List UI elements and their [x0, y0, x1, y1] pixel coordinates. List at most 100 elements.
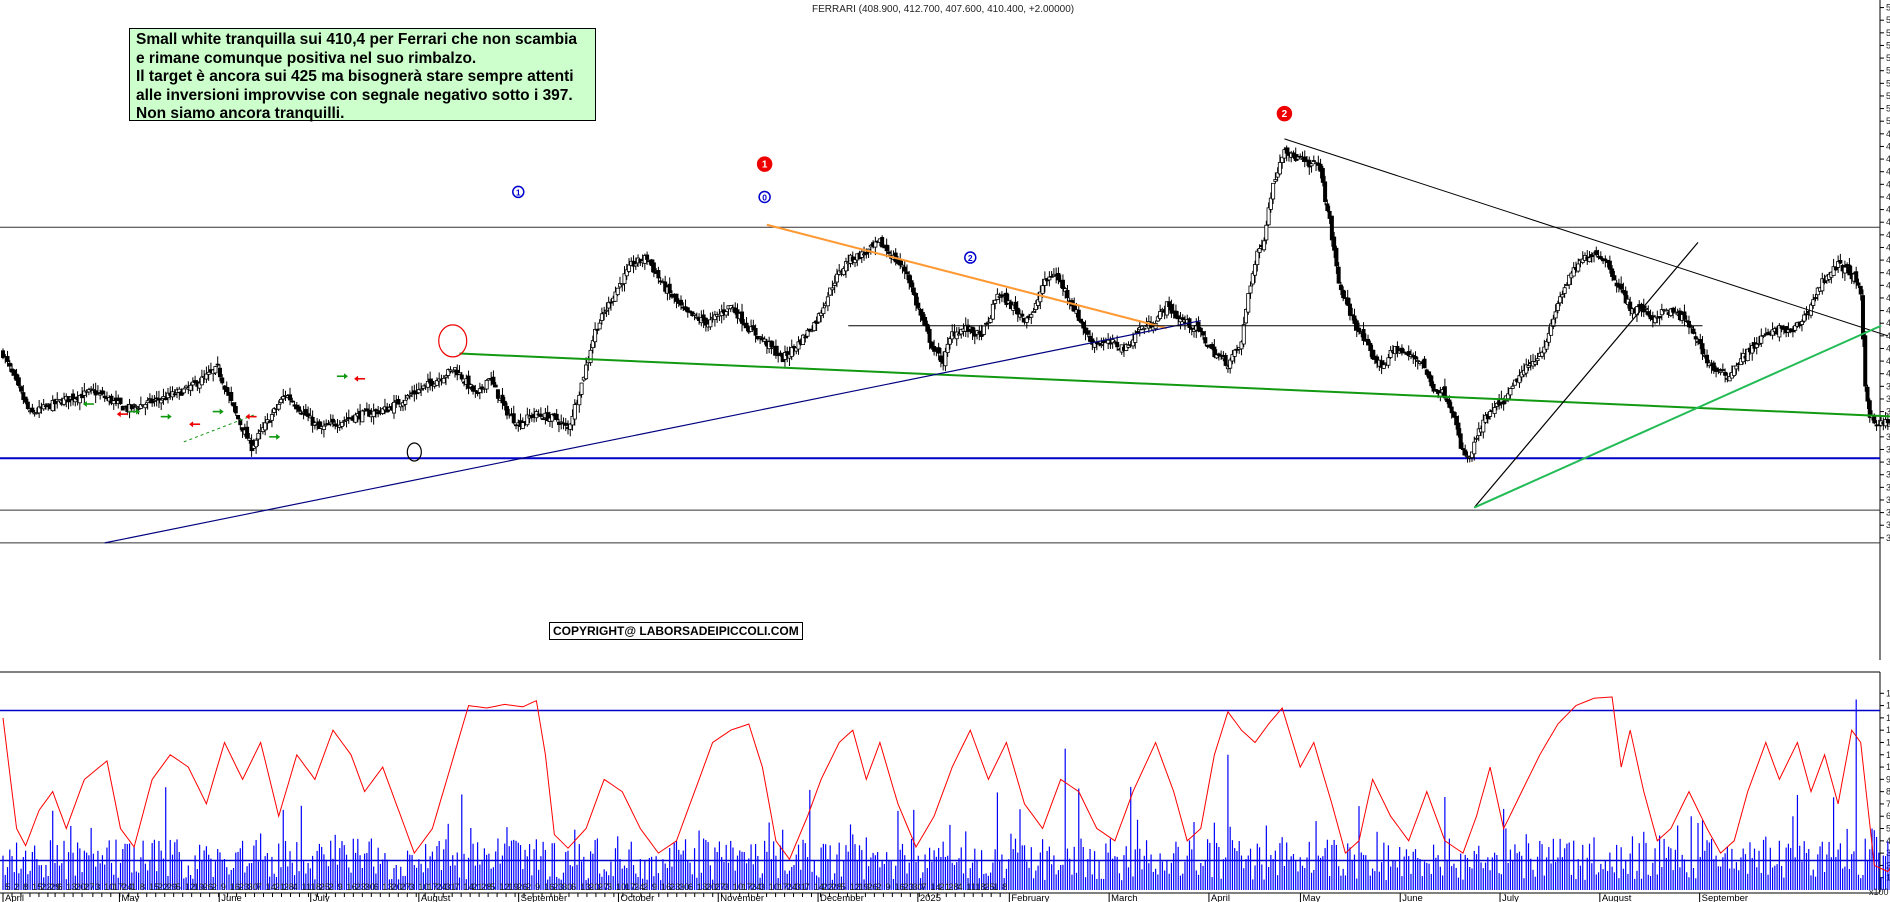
volume-tick-label: 5000: [1886, 824, 1890, 834]
candle-body: [1682, 311, 1687, 320]
candle-body: [740, 311, 745, 324]
x-month-label: April: [1211, 893, 1230, 902]
candle-body: [1264, 224, 1269, 241]
volume-tick-label: 13000: [1886, 725, 1890, 735]
candle-body: [999, 294, 1004, 297]
x-date-label: 3: [95, 882, 100, 893]
price-tick-label: 455: [1886, 230, 1890, 240]
x-month-label: August: [421, 893, 451, 902]
candle-body: [1079, 318, 1084, 323]
candle-body: [608, 301, 613, 304]
candle-body: [1361, 328, 1366, 341]
candle-body: [450, 370, 455, 373]
candle-body: [276, 403, 281, 410]
candle-body: [344, 419, 349, 422]
candle-body: [1598, 256, 1603, 260]
volume-tick-label: 8000: [1886, 787, 1890, 797]
candle-body: [1381, 364, 1386, 369]
price-tick-label: 395: [1886, 381, 1890, 391]
candle-body: [620, 283, 625, 286]
candle-body: [1863, 335, 1868, 387]
x-date-label: 1: [993, 882, 998, 893]
candle-body: [1020, 313, 1025, 317]
candle-body: [1268, 197, 1273, 210]
candle-body: [1246, 293, 1251, 313]
price-tick-label: 370: [1886, 444, 1890, 454]
candle-body: [1734, 365, 1739, 370]
candle-body: [990, 303, 995, 320]
candle-body: [1253, 264, 1258, 276]
price-tick-label: 420: [1886, 318, 1890, 328]
price-tick-label: 495: [1886, 129, 1890, 139]
candle-body: [7, 362, 12, 367]
candle-body: [1472, 441, 1477, 455]
candle-body: [1802, 314, 1807, 322]
candle-body: [554, 413, 559, 420]
candle-body: [1460, 448, 1465, 451]
candle-body: [1085, 330, 1090, 335]
candle-body: [1262, 240, 1267, 251]
candle-body: [758, 336, 763, 339]
candle-body: [1526, 365, 1531, 368]
candle-body: [873, 241, 878, 248]
candle-body: [269, 414, 274, 421]
candle-body: [900, 264, 905, 268]
candle-body: [256, 432, 261, 440]
x-date-label: 9: [535, 882, 540, 893]
candle-body: [593, 328, 598, 343]
wave-label-text: 1: [516, 187, 521, 197]
candle-body: [572, 404, 577, 420]
candle-body: [5, 356, 10, 362]
x-month-label: September: [521, 893, 567, 902]
candle-body: [563, 422, 568, 426]
candle-body: [1158, 311, 1163, 319]
candle-body: [1854, 271, 1859, 283]
candle-body: [1811, 299, 1816, 306]
x-month-label: June: [221, 893, 242, 902]
candle-body: [1533, 361, 1538, 365]
candle-body: [267, 421, 272, 423]
candle-body: [597, 322, 602, 330]
candle-body: [1761, 335, 1766, 337]
note-line-1: Small white tranquilla sui 410,4 per Fer…: [136, 31, 578, 48]
x-date-label: 9: [652, 882, 657, 893]
candle-body: [1555, 303, 1560, 311]
candle-body: [1232, 349, 1237, 357]
candle-body: [233, 406, 238, 414]
candle-body: [181, 388, 186, 394]
price-tick-label: 390: [1886, 394, 1890, 404]
candle-body: [213, 366, 218, 374]
ferrari-price-chart: 3353403453503553603653703753803853903954…: [0, 0, 1890, 902]
candle-body: [491, 376, 496, 385]
candle-body: [1587, 257, 1592, 263]
x-date-label: 9: [337, 882, 342, 893]
candle-body: [1607, 260, 1612, 270]
candle-body: [1619, 283, 1624, 290]
candle-body: [970, 326, 975, 334]
candle-body: [916, 302, 921, 309]
candle-body: [1508, 388, 1513, 396]
candle-body: [1334, 247, 1339, 267]
wave-label-text: 2: [1282, 109, 1288, 120]
candle-body: [1273, 179, 1278, 182]
x-month-label: September: [1702, 893, 1748, 902]
candle-body: [25, 401, 30, 409]
x-month-label: June: [1402, 893, 1423, 902]
candle-body: [229, 392, 234, 401]
candle-body: [1056, 273, 1061, 281]
x-date-label: 4: [292, 882, 297, 893]
analysis-note: Small white tranquilla sui 410,4 per Fer…: [129, 28, 596, 122]
candle-body: [145, 400, 150, 404]
x-date-label: 3: [607, 882, 612, 893]
candle-body: [143, 403, 148, 409]
candle-body: [278, 398, 283, 403]
x-date-label: 2: [328, 882, 333, 893]
candle-body: [391, 401, 396, 414]
x-date-label: 6: [688, 882, 693, 893]
price-tick-label: 470: [1886, 192, 1890, 202]
candle-body: [884, 244, 889, 252]
price-tick-label: 510: [1886, 91, 1890, 101]
candle-body: [1108, 342, 1113, 345]
candle-body: [441, 377, 446, 384]
candle-body: [484, 379, 489, 390]
